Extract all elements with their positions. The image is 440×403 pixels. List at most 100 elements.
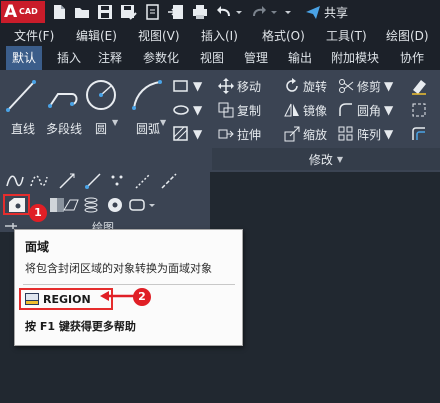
hatch-button[interactable]: ▼: [172, 124, 202, 144]
donut-icon[interactable]: [106, 196, 124, 214]
mirror-button[interactable]: 镜像: [284, 100, 327, 120]
tab-addins[interactable]: 附加模块: [331, 46, 379, 70]
ellipse-icon: [173, 105, 189, 115]
circle-icon: [86, 80, 116, 110]
share-icon: [306, 6, 320, 19]
stretch-button[interactable]: 拉伸: [218, 124, 261, 144]
explode-button[interactable]: [410, 100, 428, 120]
modify-dropdown-icon: ▼: [336, 154, 344, 164]
ray-icon[interactable]: [84, 172, 102, 190]
copy-button[interactable]: 复制: [218, 100, 261, 120]
arc-dropdown-icon[interactable]: ▼: [160, 114, 166, 128]
measure-icon[interactable]: [160, 172, 178, 190]
save-as-icon[interactable]: [119, 3, 137, 21]
plot-icon[interactable]: [191, 3, 209, 21]
ribbon-tabs: 默认 插入 注释 参数化 视图 管理 输出 附加模块 协作: [0, 46, 440, 70]
array-icon: [338, 126, 353, 141]
mirror-label: 镜像: [303, 103, 328, 118]
tab-output[interactable]: 输出: [288, 46, 312, 70]
rotate-icon: [286, 78, 298, 92]
tab-home[interactable]: 默认: [6, 46, 43, 70]
fillet-button[interactable]: 圆角 ▼: [338, 100, 393, 120]
menu-bar: 文件(F) 编辑(E) 视图(V) 插入(I) 格式(O) 工具(T) 绘图(D…: [0, 24, 440, 46]
tooltip-divider: [23, 284, 235, 285]
logo-text: CAD: [19, 7, 38, 16]
redo-dropdown-icon[interactable]: [270, 3, 278, 21]
menu-view[interactable]: 视图(V): [138, 27, 180, 44]
tab-annotate[interactable]: 注释: [98, 46, 122, 70]
callout-badge-1: 1: [29, 204, 47, 222]
tab-parametric[interactable]: 参数化: [143, 46, 179, 70]
menu-format[interactable]: 格式(O): [262, 27, 305, 44]
rotate-button[interactable]: 旋转: [284, 76, 327, 96]
menu-file[interactable]: 文件(F): [14, 27, 54, 44]
ellipse-button[interactable]: ▼: [172, 100, 202, 120]
array-button[interactable]: 阵列 ▼: [338, 124, 393, 144]
helix-icon[interactable]: [82, 196, 100, 214]
web-save-icon[interactable]: [167, 3, 185, 21]
polyline-button[interactable]: 多段线: [42, 76, 86, 136]
move-label: 移动: [237, 79, 262, 94]
stretch-label: 拉伸: [237, 127, 262, 142]
new-file-icon[interactable]: [50, 3, 68, 21]
undo-icon[interactable]: [215, 3, 233, 21]
divide-icon[interactable]: [134, 172, 152, 190]
trim-button[interactable]: 修剪 ▼: [338, 76, 393, 96]
construction-line-icon[interactable]: [58, 172, 76, 190]
tab-view[interactable]: 视图: [200, 46, 224, 70]
boundary-icon[interactable]: [62, 196, 80, 214]
callout-badge-2: 2: [133, 288, 151, 306]
line-icon: [6, 80, 36, 112]
menu-insert[interactable]: 插入(I): [201, 27, 238, 44]
open-folder-icon[interactable]: [73, 3, 91, 21]
array-label: 阵列: [357, 127, 382, 142]
save-icon[interactable]: [96, 3, 114, 21]
line-button[interactable]: 直线: [2, 76, 44, 136]
erase-button[interactable]: [410, 76, 428, 96]
scale-icon: [284, 126, 300, 142]
quick-access-menu-icon[interactable]: [284, 3, 292, 21]
rectangle-button[interactable]: ▼: [172, 76, 202, 96]
app-logo[interactable]: A CAD: [1, 1, 45, 23]
copy-icon: [218, 102, 234, 118]
move-button[interactable]: 移动: [218, 76, 261, 96]
menu-draw[interactable]: 绘图(D): [386, 27, 429, 44]
fillet-icon: [339, 103, 352, 116]
share-button[interactable]: 共享: [305, 2, 348, 22]
tooltip-command-name: REGION: [43, 292, 91, 306]
tooltip-command: REGION: [19, 288, 113, 310]
tooltip-help: 按 F1 键获得更多帮助: [25, 320, 136, 333]
copy-label: 复制: [237, 103, 262, 118]
logo-letter: A: [4, 2, 18, 22]
spline-fit-icon[interactable]: [6, 172, 24, 190]
eraser-icon: [412, 80, 426, 95]
rotate-label: 旋转: [303, 79, 328, 94]
web-open-icon[interactable]: [144, 3, 162, 21]
line-label: 直线: [10, 122, 35, 136]
explode-icon: [412, 103, 426, 117]
redo-icon[interactable]: [250, 3, 268, 21]
share-label: 共享: [324, 5, 349, 20]
tab-insert[interactable]: 插入: [57, 46, 81, 70]
tab-manage[interactable]: 管理: [244, 46, 268, 70]
spline-cv-icon[interactable]: [30, 172, 48, 190]
undo-dropdown-icon[interactable]: [235, 3, 243, 21]
circle-dropdown-icon[interactable]: ▼: [112, 114, 118, 128]
modify-title-label: 修改: [308, 152, 333, 167]
region-highlight: [3, 194, 30, 215]
offset-icon: [412, 127, 425, 140]
menu-tools[interactable]: 工具(T): [326, 27, 367, 44]
scale-label: 缩放: [303, 127, 328, 142]
polyline-label: 多段线: [45, 122, 82, 136]
scale-button[interactable]: 缩放: [284, 124, 327, 144]
modify-panel-title[interactable]: 修改 ▼: [212, 148, 440, 170]
revision-cloud-icon[interactable]: [128, 196, 158, 214]
mirror-icon: [284, 103, 299, 117]
offset-button[interactable]: [410, 124, 428, 144]
tab-collaborate[interactable]: 协作: [400, 46, 424, 70]
multiple-points-icon[interactable]: [108, 172, 126, 190]
tooltip-title: 面域: [25, 240, 50, 254]
menu-edit[interactable]: 编辑(E): [76, 27, 117, 44]
polyline-icon: [48, 93, 78, 108]
stretch-icon: [218, 129, 234, 139]
